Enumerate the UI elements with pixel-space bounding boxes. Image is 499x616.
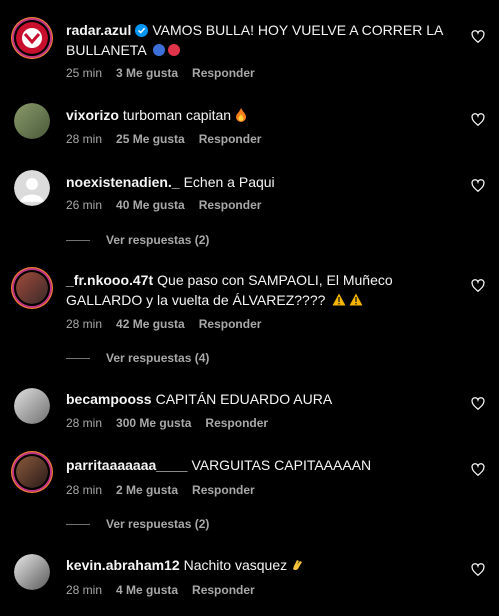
fire-emoji-icon (235, 108, 246, 122)
timestamp: 26 min (66, 198, 103, 212)
comment-meta: 28 min 300 Me gusta Responder (66, 416, 282, 430)
comment-text: _fr.nkooo.47t Que paso con SAMPAOLI, El M… (66, 270, 462, 310)
comment-body: VARGUITAS CAPITAAAAAN (191, 457, 372, 473)
comment-body: Nachito vasquez (183, 557, 288, 573)
username[interactable]: kevin.abraham12 (66, 557, 180, 573)
view-replies-button[interactable]: Ver respuestas (2) (66, 517, 209, 531)
view-replies-label: Ver respuestas (4) (106, 351, 210, 365)
heart-icon[interactable] (471, 113, 485, 127)
timestamp: 28 min (66, 416, 103, 430)
comment-text: parritaaaaaaa____ VARGUITAS CAPITAAAAAN (66, 455, 462, 475)
username[interactable]: _fr.nkooo.47t (66, 272, 153, 288)
likes-count[interactable]: 42 Me gusta (116, 317, 185, 331)
comment-text: radar.azul VAMOS BULLA! HOY VUELVE A CORR… (66, 20, 462, 60)
divider (66, 524, 90, 526)
view-replies-label: Ver respuestas (2) (106, 517, 210, 531)
heart-icon[interactable] (471, 563, 485, 577)
reply-button[interactable]: Responder (192, 66, 255, 80)
view-replies-button[interactable]: Ver respuestas (4) (66, 351, 209, 365)
timestamp: 28 min (66, 583, 103, 597)
username[interactable]: vixorizo (66, 107, 119, 123)
clap-emoji-icon (293, 560, 303, 571)
red-circle-emoji-icon (167, 44, 180, 56)
comment-meta: 28 min 4 Me gusta Responder (66, 583, 269, 597)
likes-count[interactable]: 3 Me gusta (116, 66, 178, 80)
likes-count[interactable]: 40 Me gusta (116, 198, 185, 212)
heart-icon[interactable] (471, 463, 485, 477)
heart-icon[interactable] (471, 279, 485, 293)
username[interactable]: radar.azul (66, 22, 131, 38)
comment-text: vixorizo turboman capitan (66, 105, 462, 125)
username[interactable]: noexistenadien._ (66, 174, 180, 190)
avatar[interactable] (14, 103, 50, 139)
username[interactable]: parritaaaaaaa____ (66, 457, 187, 473)
avatar[interactable] (14, 170, 50, 206)
verified-badge-icon (135, 24, 149, 37)
comment-text: becampooss CAPITÁN EDUARDO AURA (66, 389, 462, 409)
avatar[interactable] (14, 454, 50, 490)
comment-meta: 25 min 3 Me gusta Responder (66, 66, 269, 80)
comment-meta: 28 min 25 Me gusta Responder (66, 132, 275, 146)
avatar[interactable] (14, 554, 50, 590)
reply-button[interactable]: Responder (199, 198, 262, 212)
heart-icon[interactable] (471, 397, 485, 411)
reply-button[interactable]: Responder (199, 317, 262, 331)
reply-button[interactable]: Responder (192, 483, 255, 497)
warning-emoji-icon (332, 293, 346, 306)
divider (66, 358, 90, 360)
heart-icon[interactable] (471, 179, 485, 193)
timestamp: 28 min (66, 317, 103, 331)
likes-count[interactable]: 4 Me gusta (116, 583, 178, 597)
comment-text: kevin.abraham12 Nachito vasquez (66, 555, 462, 575)
likes-count[interactable]: 25 Me gusta (116, 132, 185, 146)
comment-text: noexistenadien._ Echen a Paqui (66, 172, 462, 192)
comment-body: Echen a Paqui (183, 174, 275, 190)
divider (66, 240, 90, 242)
likes-count[interactable]: 2 Me gusta (116, 483, 178, 497)
avatar[interactable] (14, 20, 50, 56)
heart-icon[interactable] (471, 30, 485, 44)
likes-count[interactable]: 300 Me gusta (116, 416, 191, 430)
reply-button[interactable]: Responder (199, 132, 262, 146)
view-replies-label: Ver respuestas (2) (106, 233, 210, 247)
warning-emoji-icon (349, 293, 363, 306)
reply-button[interactable]: Responder (205, 416, 268, 430)
timestamp: 28 min (66, 483, 103, 497)
comment-meta: 28 min 42 Me gusta Responder (66, 317, 275, 331)
avatar[interactable] (14, 270, 50, 306)
comment-meta: 28 min 2 Me gusta Responder (66, 483, 269, 497)
timestamp: 25 min (66, 66, 103, 80)
avatar[interactable] (14, 388, 50, 424)
comment-body: turboman capitan (122, 107, 232, 123)
comment-meta: 26 min 40 Me gusta Responder (66, 198, 275, 212)
view-replies-button[interactable]: Ver respuestas (2) (66, 233, 209, 247)
timestamp: 28 min (66, 132, 103, 146)
username[interactable]: becampooss (66, 391, 152, 407)
blue-circle-emoji-icon (152, 44, 165, 56)
comment-body: CAPITÁN EDUARDO AURA (155, 391, 333, 407)
reply-button[interactable]: Responder (192, 583, 255, 597)
